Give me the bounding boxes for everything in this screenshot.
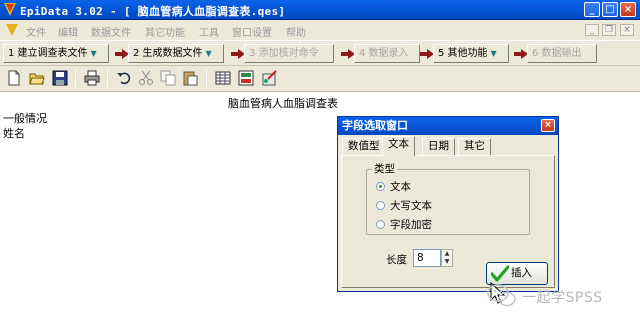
tab-other[interactable]: 其它 bbox=[458, 138, 491, 155]
length-spinner[interactable]: ▲ ▼ bbox=[441, 249, 453, 267]
paste-icon[interactable] bbox=[182, 70, 198, 86]
tab-text[interactable]: 文本 bbox=[382, 136, 415, 156]
menu-help[interactable]: 帮助 bbox=[286, 24, 306, 39]
watermark: 一起学SPSS bbox=[486, 281, 636, 311]
document-window-icon bbox=[6, 24, 18, 36]
mdi-minimize-button[interactable]: _ bbox=[585, 24, 599, 36]
dialog-title-bar: 字段选取窗口 × bbox=[338, 117, 558, 135]
insert-button-label: 插入 bbox=[511, 267, 532, 279]
menu-file[interactable]: 文件 bbox=[26, 24, 46, 39]
step-label: 4 数据录入 bbox=[359, 48, 409, 59]
close-icon: × bbox=[623, 4, 633, 15]
questionnaire-heading: 脑血管病人血脂调查表 bbox=[228, 97, 338, 110]
field-pick-icon[interactable] bbox=[262, 70, 278, 86]
toolbar-separator bbox=[75, 70, 76, 87]
radio-label: 大写文本 bbox=[390, 200, 432, 212]
title-bar: EpiData 3.02 - [ 脑血管病人血脂调查表.qes] _ □ × bbox=[0, 0, 640, 20]
chevron-down-icon[interactable]: ▼ bbox=[91, 49, 97, 58]
chevron-down-icon[interactable]: ▼ bbox=[206, 49, 212, 58]
step-label: 2 生成数据文件 bbox=[133, 48, 203, 59]
radio-unselected-icon[interactable] bbox=[376, 220, 385, 229]
step-label: 1 建立调查表文件 bbox=[8, 48, 88, 59]
editor-line: 姓名 bbox=[3, 127, 25, 140]
field-picker-dialog: 字段选取窗口 × 数值型 文本 日期 其它 类型 文本 大写文本 字段加密 长度… bbox=[337, 116, 559, 292]
mdi-close-button[interactable]: × bbox=[620, 24, 634, 36]
menu-edit[interactable]: 编辑 bbox=[58, 24, 78, 39]
toolbar-separator bbox=[107, 70, 108, 87]
length-label: 长度 bbox=[386, 254, 407, 266]
new-file-icon[interactable] bbox=[6, 70, 22, 86]
undo-icon[interactable] bbox=[116, 70, 132, 86]
step-data-entry-button[interactable]: 4 数据录入 bbox=[354, 44, 420, 63]
maximize-button[interactable]: □ bbox=[602, 2, 618, 17]
epidata-logo-icon bbox=[4, 3, 16, 16]
open-folder-icon[interactable] bbox=[29, 70, 45, 86]
close-button[interactable]: × bbox=[620, 2, 636, 17]
length-input[interactable]: 8 bbox=[413, 249, 441, 267]
spin-down-icon[interactable]: ▼ bbox=[442, 258, 452, 266]
radio-selected-icon[interactable] bbox=[376, 182, 385, 191]
toolbar bbox=[0, 66, 640, 92]
maximize-icon: □ bbox=[605, 4, 615, 15]
chevron-down-icon[interactable]: ▼ bbox=[491, 49, 497, 58]
step-create-questionnaire-button[interactable]: 1 建立调查表文件 ▼ bbox=[3, 44, 109, 63]
step-add-checks-button[interactable]: 3 添加核对命令 bbox=[244, 44, 334, 63]
radio-encrypted-field[interactable]: 字段加密 bbox=[376, 217, 432, 232]
radio-label: 字段加密 bbox=[390, 219, 432, 231]
menu-bar: 文件 编辑 数据文件 其它功能 工具 窗口设置 帮助 _ ❐ × bbox=[0, 20, 640, 40]
radio-uppercase-text[interactable]: 大写文本 bbox=[376, 198, 432, 213]
cut-icon[interactable] bbox=[138, 70, 154, 86]
step-data-export-button[interactable]: 6 数据输出 bbox=[527, 44, 597, 63]
step-make-datafile-button[interactable]: 2 生成数据文件 ▼ bbox=[128, 44, 224, 63]
radio-label: 文本 bbox=[390, 181, 411, 193]
step-label: 5 其他功能 bbox=[438, 48, 488, 59]
print-icon[interactable] bbox=[84, 70, 100, 86]
menu-data-file[interactable]: 数据文件 bbox=[91, 24, 131, 39]
step-label: 6 数据输出 bbox=[532, 48, 582, 59]
watermark-text: 一起学SPSS bbox=[522, 290, 603, 306]
menu-window[interactable]: 窗口设置 bbox=[232, 24, 272, 39]
dialog-title: 字段选取窗口 bbox=[342, 119, 408, 132]
radio-text[interactable]: 文本 bbox=[376, 179, 411, 194]
minimize-button[interactable]: _ bbox=[584, 2, 600, 17]
editor-line: 一般情况 bbox=[3, 112, 47, 125]
step-other-functions-button[interactable]: 5 其他功能 ▼ bbox=[433, 44, 509, 63]
tab-numeric[interactable]: 数值型 bbox=[342, 138, 386, 155]
tab-date[interactable]: 日期 bbox=[422, 138, 455, 155]
mdi-restore-button[interactable]: ❐ bbox=[602, 24, 616, 36]
checkmark-icon bbox=[491, 265, 509, 282]
copy-icon[interactable] bbox=[160, 70, 176, 86]
preview-form-icon[interactable] bbox=[238, 70, 254, 86]
menu-tools[interactable]: 工具 bbox=[199, 24, 219, 39]
close-icon: × bbox=[544, 120, 552, 130]
window-title: EpiData 3.02 - [ 脑血管病人血脂调查表.qes] bbox=[20, 5, 286, 18]
minimize-icon: _ bbox=[589, 4, 595, 15]
spin-up-icon[interactable]: ▲ bbox=[442, 250, 452, 258]
menu-other-functions[interactable]: 其它功能 bbox=[145, 24, 185, 39]
step-label: 3 添加核对命令 bbox=[249, 48, 319, 59]
radio-unselected-icon[interactable] bbox=[376, 201, 385, 210]
type-group-label: 类型 bbox=[372, 161, 397, 176]
wechat-logo-icon bbox=[487, 284, 516, 307]
codebook-icon[interactable] bbox=[215, 70, 231, 86]
workflow-bar: 1 建立调查表文件 ▼ 2 生成数据文件 ▼ 3 添加核对命令 4 数据录入 5 其… bbox=[0, 40, 640, 66]
toolbar-separator bbox=[206, 70, 207, 87]
dialog-close-button[interactable]: × bbox=[541, 119, 555, 132]
save-icon[interactable] bbox=[52, 70, 68, 86]
